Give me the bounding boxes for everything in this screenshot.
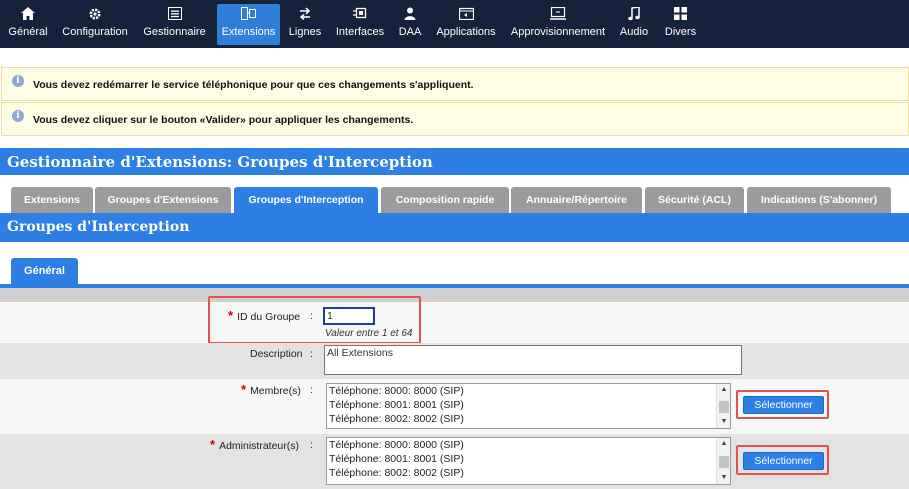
description-textarea[interactable]: All Extensions [324, 345, 742, 375]
nav-daa[interactable]: DAA [396, 4, 424, 45]
select-members-button[interactable]: Sélectionner [743, 396, 824, 414]
person-icon [404, 7, 416, 25]
nav-label: Gestionnaire [143, 26, 206, 38]
admins-label: * Administrateur(s) [210, 437, 299, 452]
row-group-id: * ID du Groupe : 1 Valeur entre 1 et 64 [0, 302, 909, 343]
page-title: Gestionnaire d'Extensions: Groupes d'Int… [0, 148, 909, 175]
top-navigation: Général Configuration Gestionnaire Exten… [0, 0, 909, 48]
nav-label: Configuration [62, 26, 128, 38]
nav-label: DAA [398, 26, 422, 38]
colon: : [310, 384, 313, 396]
lines-icon [298, 7, 312, 25]
nav-gestionnaire[interactable]: Gestionnaire [140, 4, 209, 45]
nav-extensions[interactable]: Extensions [217, 4, 280, 45]
members-listbox[interactable]: Téléphone: 8000: 8000 (SIP) Téléphone: 8… [326, 383, 731, 429]
nav-interfaces[interactable]: Interfaces [334, 4, 386, 45]
tab-annuaire[interactable]: Annuaire/Répertoire [511, 187, 642, 213]
tab-securite[interactable]: Sécurité (ACL) [645, 187, 744, 213]
section-title: Groupes d'Interception [0, 213, 909, 242]
nav-general[interactable]: Général [6, 4, 50, 45]
tab-indications[interactable]: Indications (S'abonner) [747, 187, 891, 213]
required-mark: * [210, 437, 216, 452]
notice-validate: i Vous devez cliquer sur le bouton «Vali… [1, 102, 909, 136]
music-note-icon [628, 6, 640, 25]
applications-icon [458, 7, 474, 25]
notice-text: Vous devez redémarrer le service télépho… [33, 79, 474, 91]
nav-configuration[interactable]: Configuration [59, 4, 131, 45]
required-mark: * [241, 382, 247, 397]
admins-listbox[interactable]: Téléphone: 8000: 8000 (SIP) Téléphone: 8… [326, 437, 731, 485]
list-item[interactable]: Téléphone: 8001: 8001 (SIP) [327, 398, 730, 412]
nav-label: Approvisionnement [510, 26, 606, 38]
list-item[interactable]: Téléphone: 8000: 8000 (SIP) [327, 438, 730, 452]
tab-extensions[interactable]: Extensions [11, 187, 93, 213]
tab-groupes-extensions[interactable]: Groupes d'Extensions [95, 187, 231, 213]
scroll-thumb[interactable] [719, 456, 729, 468]
provisioning-icon [550, 6, 566, 25]
nav-applications[interactable]: Applications [434, 4, 498, 45]
scroll-down-icon[interactable]: ▼ [717, 417, 730, 427]
gear-icon [88, 7, 102, 25]
members-label: * Membre(s) [241, 382, 301, 397]
list-item[interactable]: Téléphone: 8001: 8001 (SIP) [327, 452, 730, 466]
tab-groupes-interception[interactable]: Groupes d'Interception [234, 187, 378, 213]
nav-label: Extensions [221, 26, 276, 38]
notice-text: Vous devez cliquer sur le bouton «Valide… [33, 114, 414, 126]
info-icon: i [12, 75, 24, 87]
nav-approvisionnement[interactable]: Approvisionnement [508, 4, 608, 45]
interfaces-icon [352, 7, 368, 25]
group-id-hint: Valeur entre 1 et 64 [325, 328, 413, 339]
group-id-input[interactable]: 1 [323, 307, 375, 325]
colon: : [310, 348, 313, 360]
list-item[interactable]: Téléphone: 8002: 8002 (SIP) [327, 466, 730, 480]
row-admins: * Administrateur(s) : Téléphone: 8000: 80… [0, 434, 909, 489]
group-id-label: * ID du Groupe [228, 308, 301, 323]
scrollbar[interactable]: ▲ ▼ [716, 438, 730, 484]
description-label: Description [250, 348, 303, 360]
nav-label: Applications [436, 26, 496, 38]
required-mark: * [228, 308, 234, 323]
nav-label: Lignes [288, 26, 322, 38]
colon: : [310, 439, 313, 451]
grid-icon [674, 7, 687, 25]
list-item[interactable]: Téléphone: 8000: 8000 (SIP) [327, 384, 730, 398]
scroll-up-icon[interactable]: ▲ [717, 385, 730, 395]
scroll-up-icon[interactable]: ▲ [717, 439, 730, 449]
nav-audio[interactable]: Audio [617, 4, 651, 45]
notice-restart: i Vous devez redémarrer le service télép… [1, 67, 909, 101]
list-icon [167, 7, 182, 25]
nav-label: Interfaces [335, 26, 385, 38]
nav-divers[interactable]: Divers [662, 4, 699, 45]
info-icon: i [12, 110, 24, 122]
nav-lignes[interactable]: Lignes [286, 4, 324, 45]
list-item[interactable]: Téléphone: 8002: 8002 (SIP) [327, 412, 730, 426]
form-header-bar [0, 288, 909, 302]
row-description: Description : All Extensions [0, 343, 909, 379]
select-admins-button[interactable]: Sélectionner [743, 452, 824, 470]
tab-bar: Extensions Groupes d'Extensions Groupes … [0, 187, 909, 213]
extensions-icon [241, 7, 256, 25]
nav-label: Divers [664, 26, 697, 38]
subtab-general[interactable]: Général [11, 258, 78, 285]
home-icon [21, 7, 35, 25]
scrollbar[interactable]: ▲ ▼ [716, 384, 730, 428]
scroll-down-icon[interactable]: ▼ [717, 473, 730, 483]
scroll-thumb[interactable] [719, 401, 729, 413]
nav-label: Audio [619, 26, 649, 38]
tab-composition-rapide[interactable]: Composition rapide [381, 187, 509, 213]
nav-label: Général [8, 26, 48, 38]
row-members: * Membre(s) : Téléphone: 8000: 8000 (SIP)… [0, 379, 909, 434]
colon: : [310, 310, 313, 322]
